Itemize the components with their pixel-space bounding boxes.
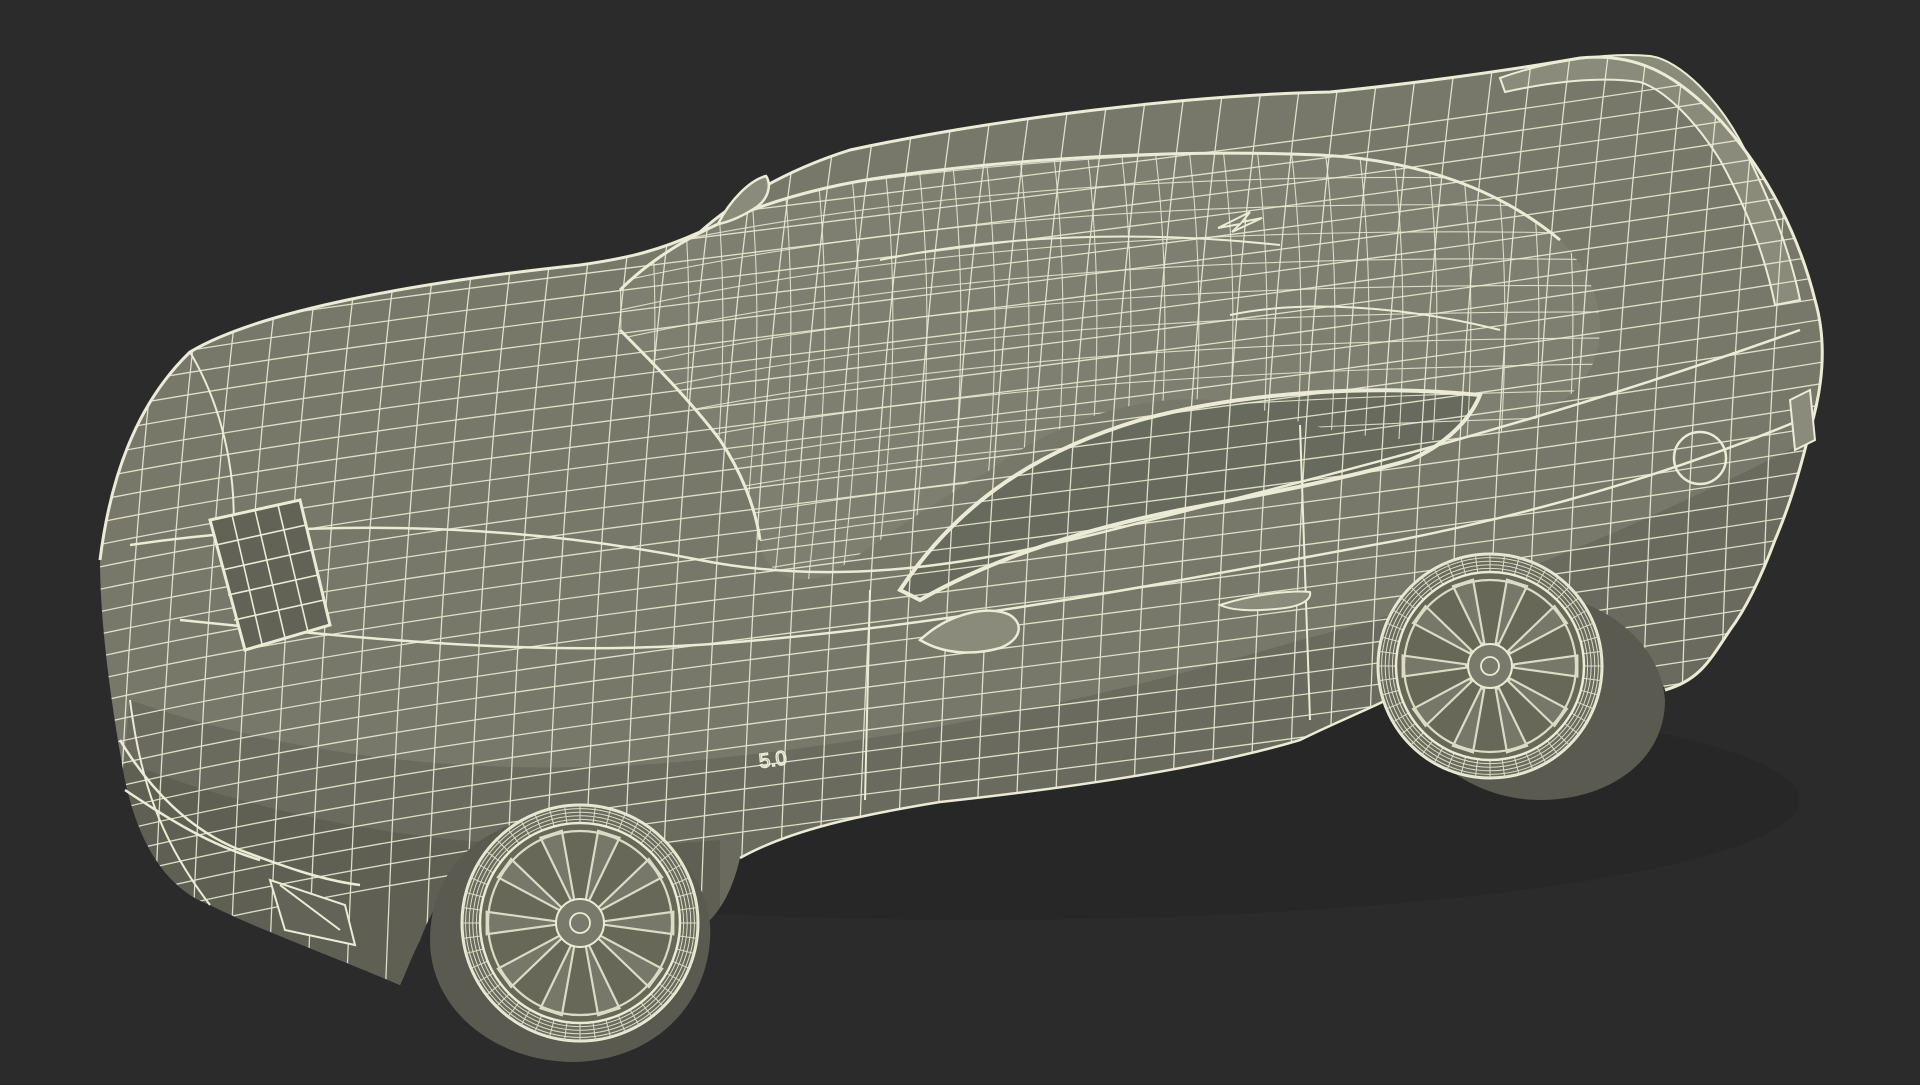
rear-lamp	[1788, 388, 1817, 452]
render-viewport: 5.0	[0, 0, 1920, 1080]
mesh-line	[0, 40, 90, 1010]
fender-badge: 5.0	[758, 747, 789, 773]
car-wireframe-render: 5.0	[0, 40, 1824, 1062]
